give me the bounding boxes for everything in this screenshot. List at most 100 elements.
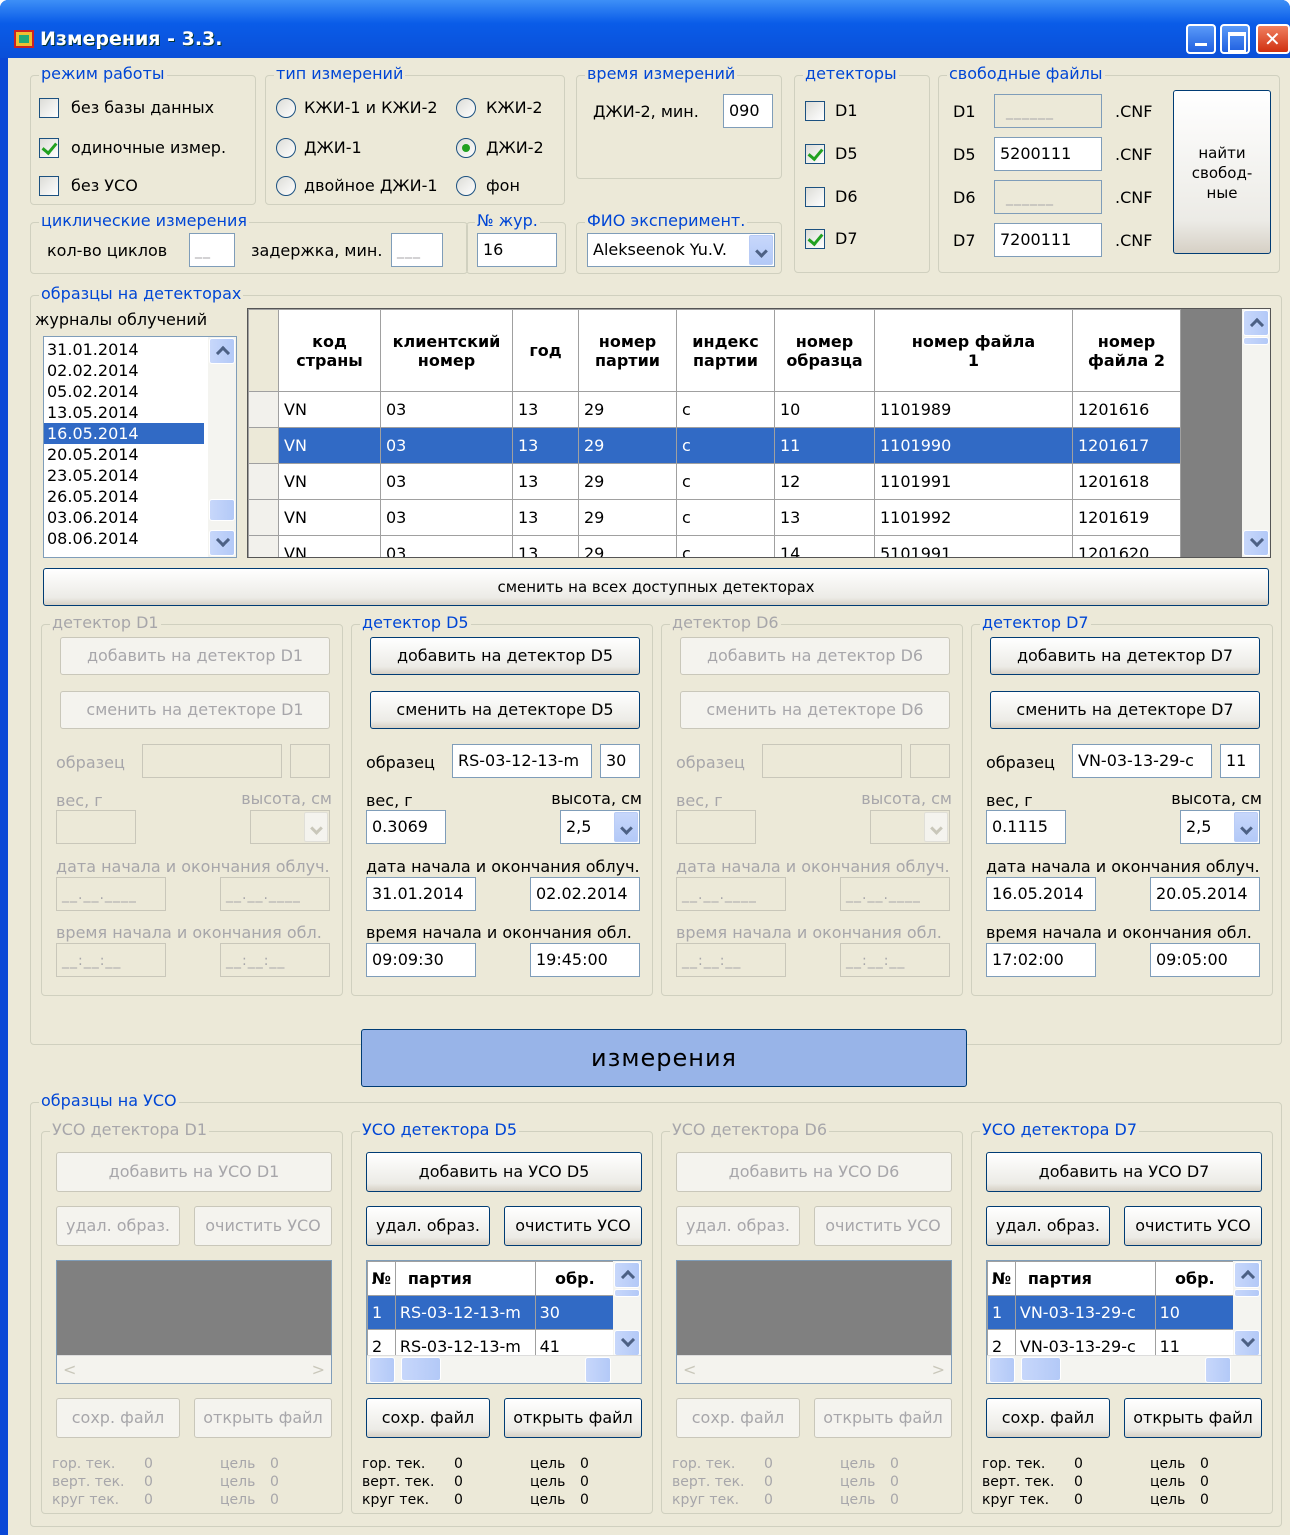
uso-list-header[interactable]: партия: [1014, 1261, 1156, 1296]
save-file-button[interactable]: сохр. файл: [986, 1398, 1110, 1438]
open-file-button[interactable]: открыть файл: [814, 1398, 952, 1438]
end-date-input[interactable]: __.__.____: [220, 877, 330, 911]
radio-bg[interactable]: [456, 176, 476, 196]
column-header[interactable]: индекс партии: [676, 309, 775, 392]
radio-dzhi2[interactable]: [456, 138, 476, 158]
journal-item[interactable]: 31.01.2014: [44, 339, 204, 360]
maximize-button[interactable]: [1220, 24, 1250, 54]
uso-list-header[interactable]: №: [367, 1261, 396, 1296]
uso-vertical-scrollbar[interactable]: [1233, 1261, 1261, 1357]
scroll-left-icon[interactable]: <: [683, 1360, 696, 1379]
sample-input[interactable]: [142, 744, 282, 778]
uso-list-header[interactable]: партия: [394, 1261, 536, 1296]
no-db-checkbox[interactable]: [39, 98, 59, 118]
table-cell[interactable]: 1201617: [1072, 427, 1181, 464]
free-file-input-0[interactable]: ______: [994, 94, 1102, 128]
change-on-detector-button[interactable]: сменить на детекторе D1: [60, 691, 330, 729]
table-cell[interactable]: 1101989: [874, 391, 1073, 428]
table-cell[interactable]: VN: [278, 391, 381, 428]
horizontal-scrollbar[interactable]: [987, 1355, 1261, 1383]
table-cell[interactable]: c: [676, 391, 775, 428]
start-time-input[interactable]: 09:09:30: [366, 943, 476, 977]
column-header[interactable]: номер образца: [774, 309, 875, 392]
horizontal-scrollbar[interactable]: [367, 1355, 641, 1383]
change-on-detector-button[interactable]: сменить на детекторе D6: [680, 691, 950, 729]
end-time-input[interactable]: 09:05:00: [1150, 943, 1260, 977]
add-to-detector-button[interactable]: добавить на детектор D7: [990, 637, 1260, 675]
table-cell[interactable]: 5101991: [874, 535, 1073, 557]
close-button[interactable]: [1256, 24, 1290, 54]
clear-uso-button[interactable]: очистить УСО: [814, 1206, 952, 1246]
scroll-right-icon[interactable]: >: [312, 1360, 325, 1379]
open-file-button[interactable]: открыть файл: [194, 1398, 332, 1438]
horizontal-scrollbar[interactable]: < >: [57, 1355, 331, 1383]
add-to-detector-button[interactable]: добавить на детектор D5: [370, 637, 640, 675]
open-file-button[interactable]: открыть файл: [1124, 1398, 1262, 1438]
meas-time-input[interactable]: 090: [723, 94, 773, 128]
table-cell[interactable]: 13: [512, 463, 579, 500]
table-cell[interactable]: VN: [278, 535, 381, 557]
scroll-down-icon[interactable]: [1234, 1330, 1260, 1356]
table-row[interactable]: VN 03 13 29 c 11 1101990 1201617: [248, 427, 1181, 464]
delete-sample-button[interactable]: удал. образ.: [56, 1206, 180, 1246]
save-file-button[interactable]: сохр. файл: [676, 1398, 800, 1438]
measure-button[interactable]: измерения: [361, 1029, 967, 1087]
row-header[interactable]: [248, 463, 279, 500]
journal-item[interactable]: 03.06.2014: [44, 507, 204, 528]
start-date-input[interactable]: 16.05.2014: [986, 877, 1096, 911]
scroll-thumb[interactable]: [614, 1289, 640, 1297]
uso-list-row[interactable]: 1 RS-03-12-13-m 30: [367, 1295, 616, 1330]
table-cell[interactable]: 03: [380, 463, 513, 500]
uso-list-header[interactable]: обр.: [534, 1261, 616, 1296]
scroll-right-icon[interactable]: [585, 1357, 611, 1383]
row-header[interactable]: [248, 535, 279, 557]
table-cell[interactable]: 1101991: [874, 463, 1073, 500]
journal-item[interactable]: 16.05.2014: [44, 423, 204, 444]
grid-scroll-up-icon[interactable]: [1243, 310, 1269, 336]
minimize-button[interactable]: [1186, 24, 1216, 54]
column-header[interactable]: номер файла 1: [874, 309, 1073, 392]
table-cell[interactable]: 29: [578, 535, 677, 557]
delete-sample-button[interactable]: удал. образ.: [676, 1206, 800, 1246]
start-date-input[interactable]: 31.01.2014: [366, 877, 476, 911]
column-header[interactable]: номер файла 2: [1072, 309, 1181, 392]
add-to-detector-button[interactable]: добавить на детектор D6: [680, 637, 950, 675]
find-free-button[interactable]: найти свобод- ные: [1173, 90, 1271, 254]
table-cell[interactable]: 1201616: [1072, 391, 1181, 428]
scroll-thumb[interactable]: [1234, 1289, 1260, 1297]
table-cell[interactable]: 13: [512, 391, 579, 428]
radio-kzhi12[interactable]: [276, 98, 296, 118]
weight-input[interactable]: 0.1115: [986, 810, 1066, 844]
save-file-button[interactable]: сохр. файл: [56, 1398, 180, 1438]
column-header[interactable]: номер партии: [578, 309, 677, 392]
table-cell[interactable]: 03: [380, 427, 513, 464]
height-select[interactable]: 2,5: [1180, 810, 1260, 844]
table-cell[interactable]: 29: [578, 499, 677, 536]
uso-list-cell[interactable]: 1: [987, 1295, 1016, 1330]
journal-item[interactable]: 13.05.2014: [44, 402, 204, 423]
table-cell[interactable]: c: [676, 535, 775, 557]
scroll-right-icon[interactable]: >: [932, 1360, 945, 1379]
title-bar[interactable]: Измерения - 3.3.: [0, 0, 1290, 58]
delete-sample-button[interactable]: удал. образ.: [986, 1206, 1110, 1246]
end-date-input[interactable]: __.__.____: [840, 877, 950, 911]
start-date-input[interactable]: __.__.____: [56, 877, 166, 911]
radio-kzhi2[interactable]: [456, 98, 476, 118]
journals-scrollbar[interactable]: [208, 337, 236, 557]
table-row[interactable]: VN 03 13 29 c 14 5101991 1201620: [248, 535, 1181, 557]
save-file-button[interactable]: сохр. файл: [366, 1398, 490, 1438]
chevron-down-icon[interactable]: [924, 812, 948, 842]
uso-sample-list[interactable]: № партия обр. 1 RS-03-12-13-m 30 2 RS-03-12-13-…: [366, 1260, 642, 1384]
free-file-input-3[interactable]: 7200111: [994, 223, 1102, 257]
table-row[interactable]: VN 03 13 29 c 13 1101992 1201619: [248, 499, 1181, 536]
scroll-right-icon[interactable]: [1205, 1357, 1231, 1383]
table-cell[interactable]: 13: [512, 499, 579, 536]
samples-grid[interactable]: код страны клиентский номер год номер партии ин…: [247, 308, 1271, 558]
change-on-detector-button[interactable]: сменить на детекторе D7: [990, 691, 1260, 729]
journals-list[interactable]: 31.01.2014 02.02.2014 05.02.2014 13.05.2014…: [43, 336, 237, 558]
horizontal-scrollbar[interactable]: < >: [677, 1355, 951, 1383]
chevron-down-icon[interactable]: [749, 235, 773, 265]
journal-no-input[interactable]: 16: [477, 233, 557, 267]
uso-list-cell[interactable]: 10: [1154, 1295, 1236, 1330]
uso-list-header[interactable]: №: [987, 1261, 1016, 1296]
